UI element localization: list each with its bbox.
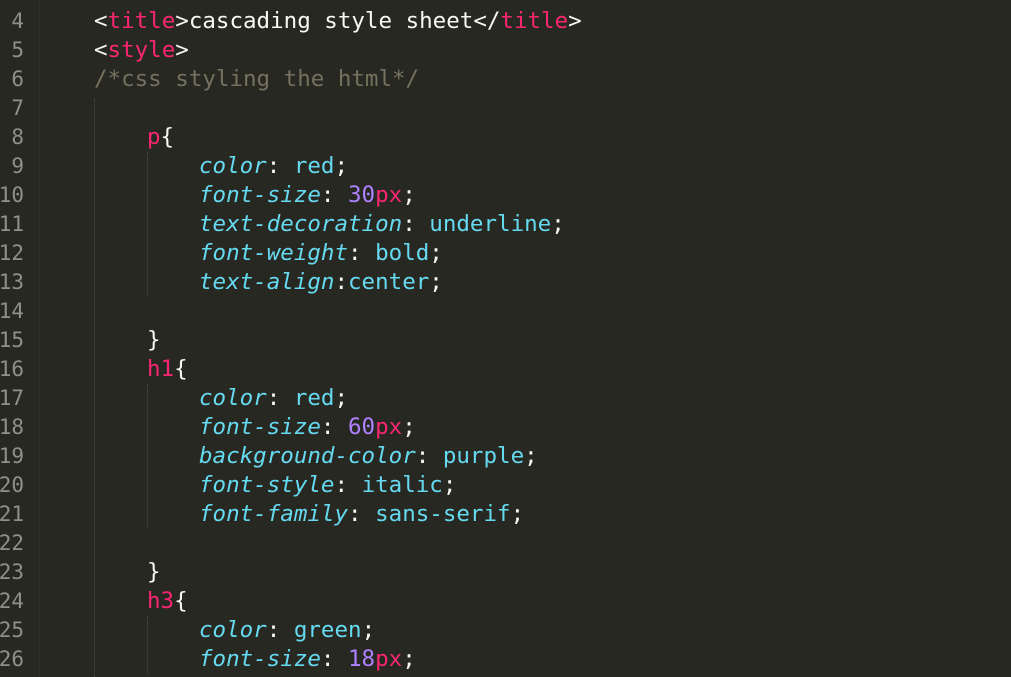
code-line: <title>cascading style sheet</title> — [94, 8, 582, 34]
code-line: font-size: 60px; — [199, 414, 416, 440]
css-selector: h3 — [147, 588, 175, 614]
code-line: font-weight: bold; — [199, 240, 443, 266]
code-line: <head> — [47, 0, 128, 7]
css-selector: h1 — [147, 356, 175, 382]
code-line: h3{ — [147, 588, 188, 614]
indent-guide — [147, 616, 149, 677]
code-line: background-color: purple; — [199, 443, 538, 469]
code-line: color: red; — [199, 153, 349, 179]
code-area[interactable]: <head> <title>cascading style sheet</tit… — [0, 0, 1011, 677]
code-line: text-align:center; — [199, 269, 443, 295]
code-line: font-style: italic; — [199, 472, 457, 498]
code-line: /*css styling the html*/ — [94, 65, 419, 94]
code-comment: /*css styling the html*/ — [94, 66, 420, 92]
code-line: text-decoration: underline; — [199, 211, 565, 237]
code-line: font-family: sans-serif; — [199, 501, 525, 527]
code-line: color: red; — [199, 385, 349, 411]
code-editor[interactable]: 3 4 5 6 7 8 9 10 11 12 13 14 15 16 17 18… — [0, 0, 1011, 677]
code-line: p{ — [147, 124, 175, 150]
code-line: h1{ — [147, 356, 188, 382]
indent-guide — [147, 152, 149, 296]
code-line: <style> — [94, 37, 189, 63]
code-line: color: green; — [199, 617, 376, 643]
indent-guide — [147, 384, 149, 528]
indent-guide — [94, 99, 96, 677]
code-line: font-size: 18px; — [199, 646, 416, 672]
code-line: } — [147, 559, 161, 585]
code-line: font-size: 30px; — [199, 182, 416, 208]
code-line: } — [147, 327, 161, 353]
css-selector: p — [147, 124, 161, 150]
